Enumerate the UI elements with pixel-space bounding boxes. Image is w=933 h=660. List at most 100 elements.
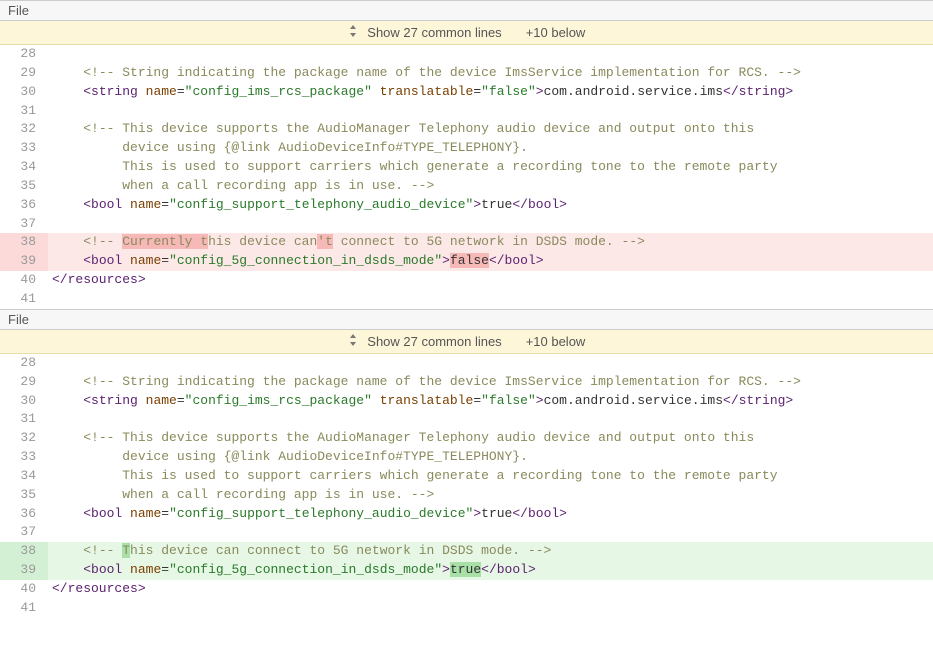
line-number: 41 [0,599,48,618]
code-content [48,410,933,429]
code-content [48,102,933,121]
code-content: <!-- String indicating the package name … [48,373,933,392]
code-content: <string name="config_ims_rcs_package" tr… [48,83,933,102]
code-line: 40</resources> [0,580,933,599]
line-number: 32 [0,120,48,139]
code-line: 37 [0,523,933,542]
code-content: This is used to support carriers which g… [48,467,933,486]
code-content: </resources> [48,580,933,599]
line-number: 35 [0,486,48,505]
code-content [48,599,933,618]
line-number: 31 [0,102,48,121]
code-content: This is used to support carriers which g… [48,158,933,177]
code-line: 39 <bool name="config_5g_connection_in_d… [0,561,933,580]
expand-bar-2[interactable]: Show 27 common lines +10 below [0,330,933,354]
code-content: <!-- This device can connect to 5G netwo… [48,542,933,561]
line-number: 28 [0,45,48,64]
code-block-2: 2829 <!-- String indicating the package … [0,354,933,618]
code-content: <bool name="config_5g_connection_in_dsds… [48,561,933,580]
expand-center[interactable]: Show 27 common lines [348,25,502,40]
code-content: <!-- This device supports the AudioManag… [48,429,933,448]
code-content [48,215,933,234]
code-line: 32 <!-- This device supports the AudioMa… [0,120,933,139]
code-content: <bool name="config_support_telephony_aud… [48,505,933,524]
code-content [48,523,933,542]
expand-icon [348,25,358,40]
line-number: 34 [0,158,48,177]
code-content [48,45,933,64]
code-line: 39 <bool name="config_5g_connection_in_d… [0,252,933,271]
file-header-2: File [0,309,933,330]
code-line: 36 <bool name="config_support_telephony_… [0,505,933,524]
code-content: when a call recording app is in use. --> [48,486,933,505]
line-number: 37 [0,215,48,234]
line-number: 34 [0,467,48,486]
code-line: 34 This is used to support carriers whic… [0,158,933,177]
line-number: 28 [0,354,48,373]
code-line: 41 [0,599,933,618]
code-line: 34 This is used to support carriers whic… [0,467,933,486]
line-number: 30 [0,83,48,102]
expand-show-label: Show 27 common lines [367,25,501,40]
code-line: 30 <string name="config_ims_rcs_package"… [0,83,933,102]
code-content: when a call recording app is in use. --> [48,177,933,196]
expand-center[interactable]: Show 27 common lines [348,334,502,349]
line-number: 39 [0,252,48,271]
expand-below-link[interactable]: +10 below [526,334,586,349]
code-line: 31 [0,102,933,121]
code-line: 40</resources> [0,271,933,290]
code-content [48,354,933,373]
code-line: 33 device using {@link AudioDeviceInfo#T… [0,139,933,158]
line-number: 36 [0,196,48,215]
line-number: 40 [0,580,48,599]
code-content: <!-- Currently this device can't connect… [48,233,933,252]
code-line: 29 <!-- String indicating the package na… [0,64,933,83]
expand-show-label: Show 27 common lines [367,334,501,349]
expand-bar-1[interactable]: Show 27 common lines +10 below [0,21,933,45]
expand-icon [348,334,358,349]
code-line: 32 <!-- This device supports the AudioMa… [0,429,933,448]
file-label: File [8,3,29,18]
line-number: 38 [0,542,48,561]
line-number: 35 [0,177,48,196]
code-line: 41 [0,290,933,309]
line-number: 33 [0,139,48,158]
code-line: 36 <bool name="config_support_telephony_… [0,196,933,215]
line-number: 39 [0,561,48,580]
code-line: 31 [0,410,933,429]
line-number: 38 [0,233,48,252]
line-number: 29 [0,373,48,392]
code-content: </resources> [48,271,933,290]
line-number: 40 [0,271,48,290]
code-content: <string name="config_ims_rcs_package" tr… [48,392,933,411]
line-number: 31 [0,410,48,429]
code-content: <bool name="config_5g_connection_in_dsds… [48,252,933,271]
expand-below-link[interactable]: +10 below [526,25,586,40]
line-number: 29 [0,64,48,83]
code-line: 35 when a call recording app is in use. … [0,177,933,196]
code-content: <!-- This device supports the AudioManag… [48,120,933,139]
code-content [48,290,933,309]
code-line: 37 [0,215,933,234]
code-block-1: 2829 <!-- String indicating the package … [0,45,933,309]
code-line: 33 device using {@link AudioDeviceInfo#T… [0,448,933,467]
line-number: 32 [0,429,48,448]
line-number: 36 [0,505,48,524]
code-line: 35 when a call recording app is in use. … [0,486,933,505]
line-number: 30 [0,392,48,411]
code-content: <!-- String indicating the package name … [48,64,933,83]
line-number: 37 [0,523,48,542]
code-content: <bool name="config_support_telephony_aud… [48,196,933,215]
file-header-1: File [0,0,933,21]
code-line: 28 [0,45,933,64]
line-number: 33 [0,448,48,467]
line-number: 41 [0,290,48,309]
code-line: 29 <!-- String indicating the package na… [0,373,933,392]
code-line: 28 [0,354,933,373]
code-content: device using {@link AudioDeviceInfo#TYPE… [48,448,933,467]
code-line: 38 <!-- This device can connect to 5G ne… [0,542,933,561]
file-label: File [8,312,29,327]
code-content: device using {@link AudioDeviceInfo#TYPE… [48,139,933,158]
code-line: 30 <string name="config_ims_rcs_package"… [0,392,933,411]
code-line: 38 <!-- Currently this device can't conn… [0,233,933,252]
